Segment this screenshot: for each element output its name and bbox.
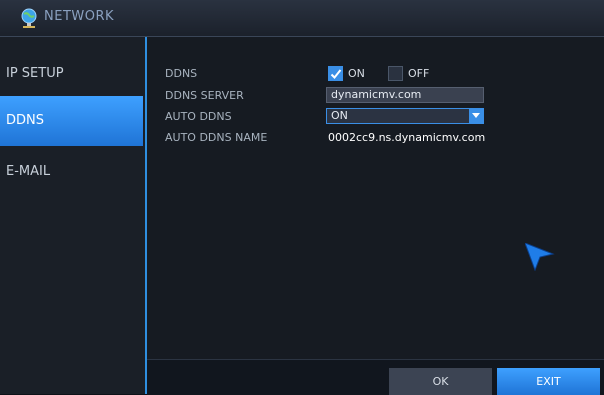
exit-button[interactable]: EXIT — [497, 368, 600, 395]
sidebar: IP SETUP DDNS E-MAIL — [0, 37, 147, 394]
mouse-cursor-icon — [524, 242, 555, 275]
ddns-settings-panel: DDNS ON OFF DDNS SERVER dynamicmv.com AU… — [147, 37, 604, 359]
ddns-on-label: ON — [348, 67, 365, 80]
checkmark-icon — [330, 69, 342, 79]
auto-ddns-value: ON — [331, 109, 348, 122]
ddns-off-checkbox[interactable] — [388, 66, 403, 81]
ddns-server-label: DDNS SERVER — [165, 89, 244, 102]
ddns-server-value: dynamicmv.com — [331, 88, 422, 101]
window-title: NETWORK — [44, 9, 115, 24]
chevron-down-icon — [469, 109, 483, 123]
auto-ddns-name-value: 0002cc9.ns.dynamicmv.com — [328, 131, 486, 144]
sidebar-item-email[interactable]: E-MAIL — [0, 147, 143, 197]
footer-bar: OK EXIT — [147, 359, 604, 395]
ddns-label: DDNS — [165, 67, 198, 80]
ddns-on-checkbox[interactable] — [328, 66, 343, 81]
auto-ddns-name-label: AUTO DDNS NAME — [165, 131, 268, 144]
ok-button[interactable]: OK — [389, 368, 492, 395]
title-bar: NETWORK — [0, 0, 604, 37]
ddns-server-field[interactable]: dynamicmv.com — [326, 87, 484, 103]
sidebar-item-label: IP SETUP — [6, 66, 64, 81]
sidebar-item-label: DDNS — [6, 113, 44, 128]
auto-ddns-select[interactable]: ON — [326, 108, 484, 124]
auto-ddns-label: AUTO DDNS — [165, 110, 232, 123]
sidebar-item-ip-setup[interactable]: IP SETUP — [0, 49, 143, 99]
ddns-off-label: OFF — [408, 67, 430, 80]
network-globe-icon — [18, 7, 40, 29]
sidebar-item-ddns[interactable]: DDNS — [0, 96, 143, 146]
sidebar-item-label: E-MAIL — [6, 164, 51, 179]
network-window: NETWORK IP SETUP DDNS E-MAIL DDNS ON OFF… — [0, 0, 604, 395]
